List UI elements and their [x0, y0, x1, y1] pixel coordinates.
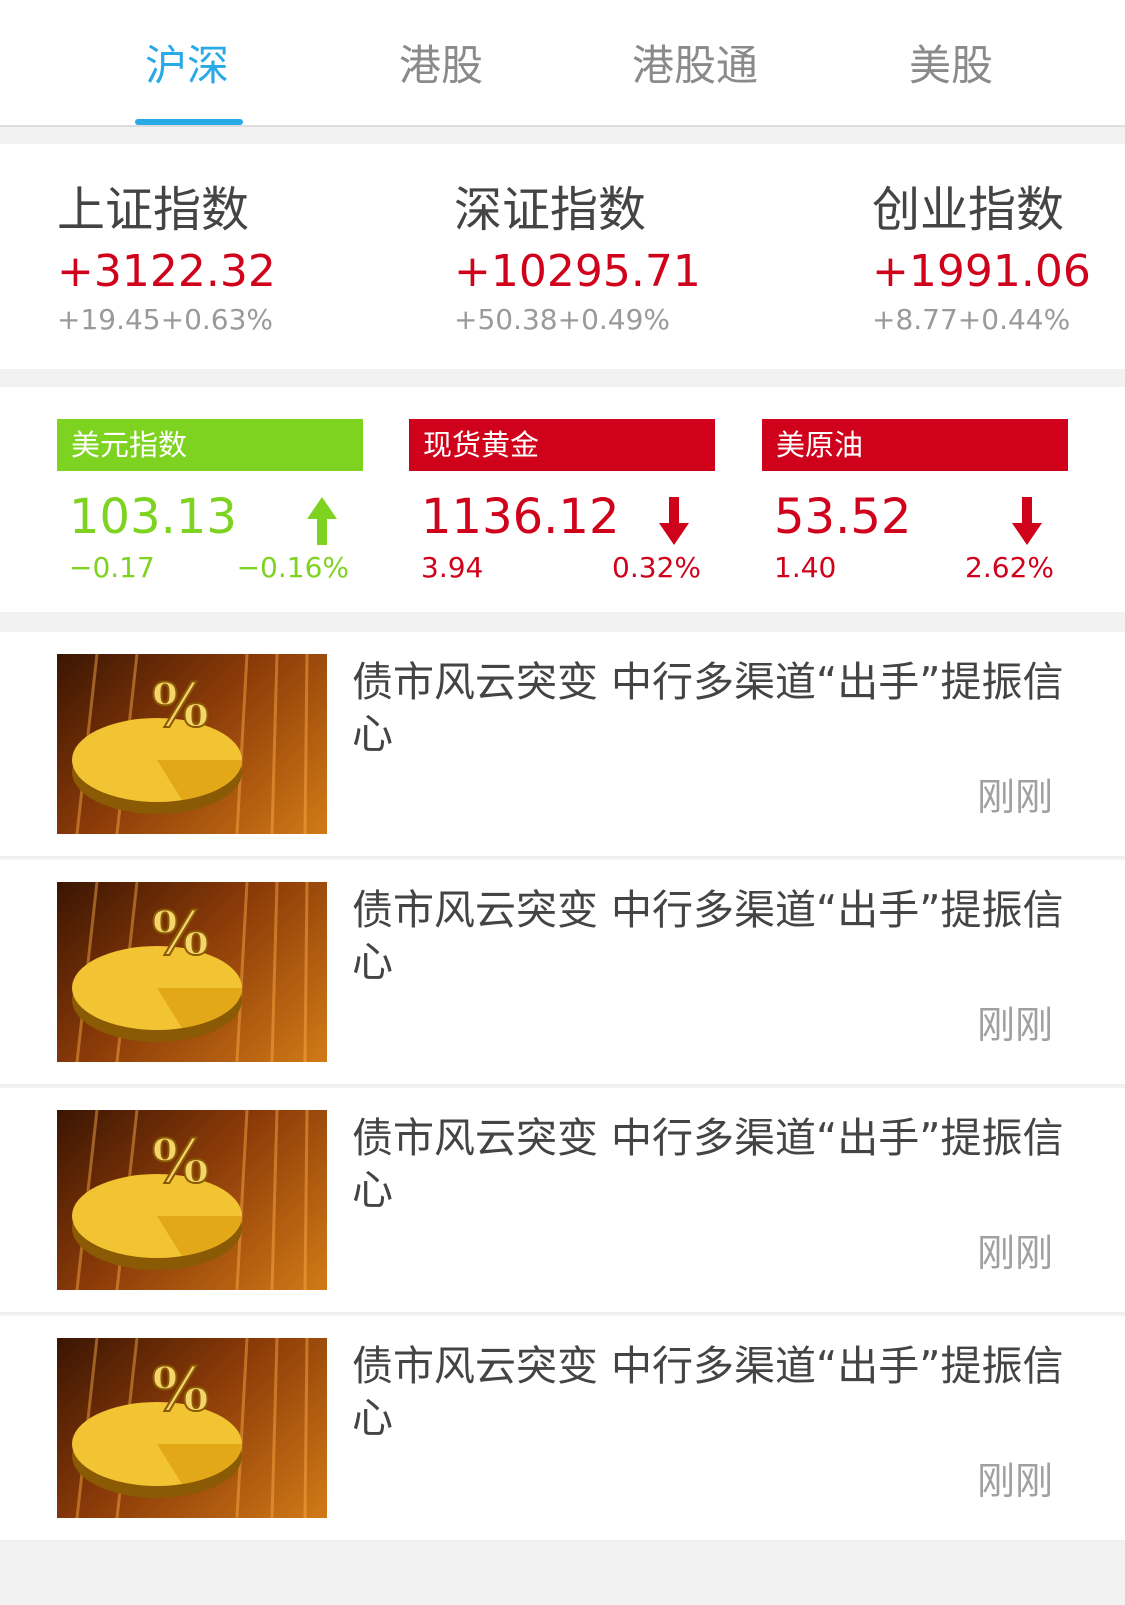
news-title: 债市风云突变 中行多渠道“出手”提振信心 [352, 1342, 1064, 1442]
commodity-change-percent: 2.62% [965, 551, 1054, 584]
commodity-change-percent: −0.16% [236, 551, 349, 584]
news-title: 债市风云突变 中行多渠道“出手”提振信心 [352, 658, 1064, 758]
commodity-value: 103.13 [69, 489, 237, 545]
news-item[interactable]: % 债市风云突变 中行多渠道“出手”提振信心 刚刚 [0, 1316, 1125, 1542]
index-change: +50.38+0.49% [454, 303, 671, 336]
news-thumbnail: % [57, 882, 327, 1062]
svg-text:%: % [152, 1127, 209, 1197]
pie-chart-percent-icon: % [72, 1110, 309, 1290]
tab-hk-connect[interactable]: 港股通 [595, 36, 795, 96]
commodity-name: 美原油 [762, 419, 1068, 471]
pie-chart-percent-icon: % [72, 1338, 309, 1518]
news-thumbnail: % [57, 1110, 327, 1290]
news-item[interactable]: % 债市风云突变 中行多渠道“出手”提振信心 刚刚 [0, 860, 1125, 1086]
tab-hk-stocks[interactable]: 港股 [341, 36, 541, 96]
index-value: +1991.06 [872, 246, 1091, 297]
news-title: 债市风云突变 中行多渠道“出手”提振信心 [352, 886, 1064, 986]
index-value: +3122.32 [57, 246, 276, 297]
index-name: 深证指数 [454, 182, 647, 238]
news-time: 刚刚 [976, 1003, 1053, 1047]
index-change: +8.77+0.44% [872, 303, 1071, 336]
commodity-panel: 美元指数 103.13 −0.17 −0.16% 现货黄金 1136.12 3.… [0, 387, 1125, 612]
active-tab-indicator [135, 119, 243, 125]
commodity-spot-gold[interactable]: 现货黄金 1136.12 3.94 0.32% [409, 419, 715, 589]
tab-hushen[interactable]: 沪深 [87, 36, 287, 96]
commodity-name: 美元指数 [57, 419, 363, 471]
news-time: 刚刚 [976, 1459, 1053, 1503]
pie-chart-percent-icon: % [72, 654, 309, 834]
commodity-change: 3.94 [421, 551, 484, 584]
news-item[interactable]: % 债市风云突变 中行多渠道“出手”提振信心 刚刚 [0, 1088, 1125, 1314]
commodity-value: 1136.12 [421, 489, 620, 545]
index-name: 上证指数 [57, 182, 250, 238]
arrow-up-icon [307, 497, 337, 545]
arrow-down-icon [1012, 497, 1042, 545]
market-tab-bar: 沪深 港股 港股通 美股 [0, 0, 1125, 127]
commodity-us-crude[interactable]: 美原油 53.52 1.40 2.62% [762, 419, 1068, 589]
news-time: 刚刚 [976, 775, 1053, 819]
commodity-change: −0.17 [69, 551, 155, 584]
news-thumbnail: % [57, 654, 327, 834]
index-name: 创业指数 [872, 182, 1065, 238]
news-thumbnail: % [57, 1338, 327, 1518]
svg-text:%: % [152, 1355, 209, 1425]
svg-text:%: % [152, 671, 209, 741]
arrow-down-icon [659, 497, 689, 545]
commodity-value: 53.52 [774, 489, 912, 545]
commodity-name: 现货黄金 [409, 419, 715, 471]
index-panel: 上证指数 +3122.32 +19.45+0.63% 深证指数 +10295.7… [0, 144, 1125, 369]
commodity-change-percent: 0.32% [612, 551, 701, 584]
news-title: 债市风云突变 中行多渠道“出手”提振信心 [352, 1114, 1064, 1214]
svg-text:%: % [152, 899, 209, 969]
index-change: +19.45+0.63% [57, 303, 274, 336]
commodity-usd-index[interactable]: 美元指数 103.13 −0.17 −0.16% [57, 419, 363, 589]
commodity-change: 1.40 [774, 551, 837, 584]
news-item[interactable]: % 债市风云突变 中行多渠道“出手”提振信心 刚刚 [0, 632, 1125, 858]
tab-us-stocks[interactable]: 美股 [851, 36, 1051, 96]
news-time: 刚刚 [976, 1231, 1053, 1275]
index-value: +10295.71 [454, 246, 701, 297]
pie-chart-percent-icon: % [72, 882, 309, 1062]
